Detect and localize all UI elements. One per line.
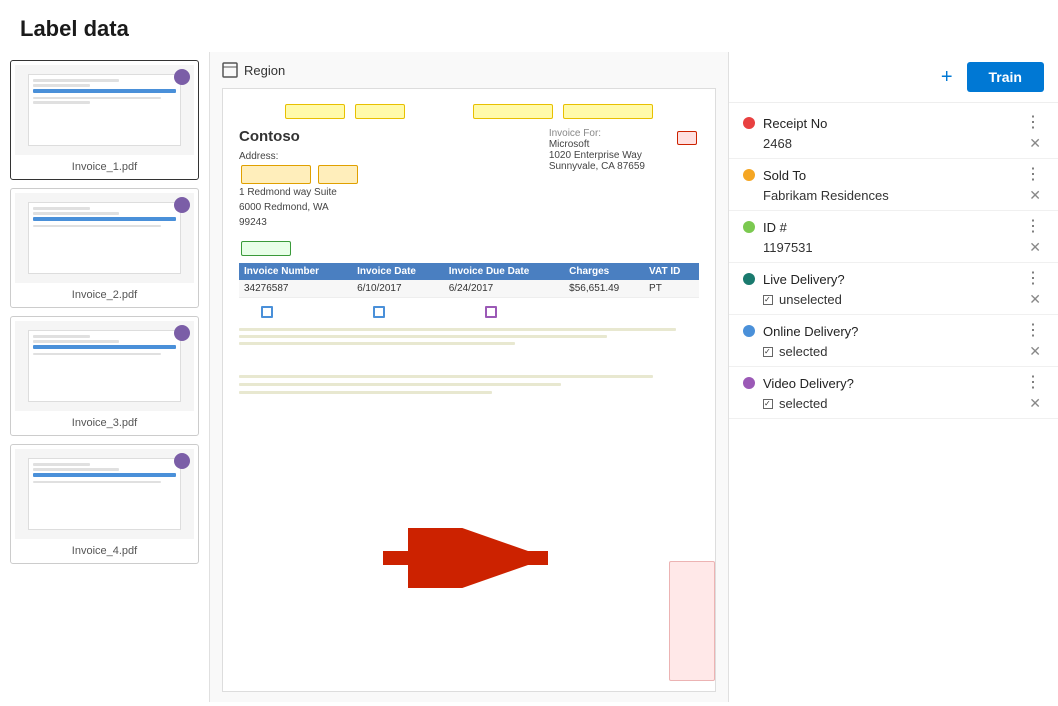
label-dot-online-delivery (743, 325, 755, 337)
label-clear-online-delivery[interactable]: ✕ (1026, 343, 1044, 360)
label-value-id: 1197531 (763, 240, 813, 255)
label-group-sold-to: Sold To ⋮ Fabrikam Residences ✕ (729, 159, 1058, 211)
train-button[interactable]: Train (967, 62, 1044, 92)
doc-item-3[interactable]: Invoice_3.pdf (10, 316, 199, 436)
label-dot-video-delivery (743, 377, 755, 389)
region-icon (222, 62, 238, 78)
labels-list: Receipt No ⋮ 2468 ✕ Sold To (729, 103, 1058, 702)
page-title: Label data (0, 0, 1058, 52)
label-menu-video-delivery[interactable]: ⋮ (1022, 375, 1044, 391)
invoice-table: Invoice Number Invoice Date Invoice Due … (239, 263, 699, 298)
label-value-sold-to: Fabrikam Residences (763, 188, 889, 203)
label-name-receipt-no: Receipt No (763, 116, 827, 131)
add-label-button[interactable]: + (935, 64, 959, 91)
checkbox-icon-live-delivery (763, 295, 773, 305)
label-menu-receipt-no[interactable]: ⋮ (1022, 115, 1044, 131)
label-clear-sold-to[interactable]: ✕ (1026, 187, 1044, 204)
document-sidebar: Invoice_1.pdf Invoice_2.pdf (0, 52, 210, 702)
label-clear-receipt-no[interactable]: ✕ (1026, 135, 1044, 152)
right-header: + Train (729, 52, 1058, 103)
doc-name-1: Invoice_1.pdf (15, 159, 194, 175)
label-clear-id[interactable]: ✕ (1026, 239, 1044, 256)
label-menu-online-delivery[interactable]: ⋮ (1022, 323, 1044, 339)
doc-name-3: Invoice_3.pdf (15, 415, 194, 431)
label-dot-id (743, 221, 755, 233)
label-menu-id[interactable]: ⋮ (1022, 219, 1044, 235)
center-panel: Region Contoso Address: (210, 52, 728, 702)
label-value-receipt-no: 2468 (763, 136, 792, 151)
label-group-id: ID # ⋮ 1197531 ✕ (729, 211, 1058, 263)
doc-item-2[interactable]: Invoice_2.pdf (10, 188, 199, 308)
label-group-live-delivery: Live Delivery? ⋮ unselected ✕ (729, 263, 1058, 315)
label-group-receipt-no: Receipt No ⋮ 2468 ✕ (729, 107, 1058, 159)
invoice-company: Contoso (239, 128, 360, 145)
red-arrow (383, 528, 563, 591)
invoice-preview: Contoso Address: 1 Redmond way Suite 600… (222, 88, 716, 692)
label-group-video-delivery: Video Delivery? ⋮ selected ✕ (729, 367, 1058, 419)
label-dot-receipt-no (743, 117, 755, 129)
label-clear-live-delivery[interactable]: ✕ (1026, 291, 1044, 308)
label-name-sold-to: Sold To (763, 168, 806, 183)
label-dot-sold-to (743, 169, 755, 181)
label-value-video-delivery: selected (763, 396, 827, 411)
label-name-live-delivery: Live Delivery? (763, 272, 845, 287)
checkbox-icon-online-delivery (763, 347, 773, 357)
doc-name-4: Invoice_4.pdf (15, 543, 194, 559)
region-bar: Region (222, 62, 716, 78)
label-menu-sold-to[interactable]: ⋮ (1022, 167, 1044, 183)
column-markers (239, 306, 699, 318)
doc-item-1[interactable]: Invoice_1.pdf (10, 60, 199, 180)
checkbox-icon-video-delivery (763, 399, 773, 409)
right-panel: + Train Receipt No ⋮ 2468 ✕ (728, 52, 1058, 702)
doc-name-2: Invoice_2.pdf (15, 287, 194, 303)
label-name-video-delivery: Video Delivery? (763, 376, 854, 391)
label-group-online-delivery: Online Delivery? ⋮ selected ✕ (729, 315, 1058, 367)
doc-item-4[interactable]: Invoice_4.pdf (10, 444, 199, 564)
label-value-live-delivery: unselected (763, 292, 842, 307)
label-dot-live-delivery (743, 273, 755, 285)
region-label: Region (244, 63, 285, 78)
highlight-region (669, 561, 715, 681)
label-menu-live-delivery[interactable]: ⋮ (1022, 271, 1044, 287)
label-clear-video-delivery[interactable]: ✕ (1026, 395, 1044, 412)
label-name-id: ID # (763, 220, 787, 235)
label-value-online-delivery: selected (763, 344, 827, 359)
invoice-address: Address: 1 Redmond way Suite 6000 Redmon… (239, 149, 360, 230)
label-name-online-delivery: Online Delivery? (763, 324, 858, 339)
